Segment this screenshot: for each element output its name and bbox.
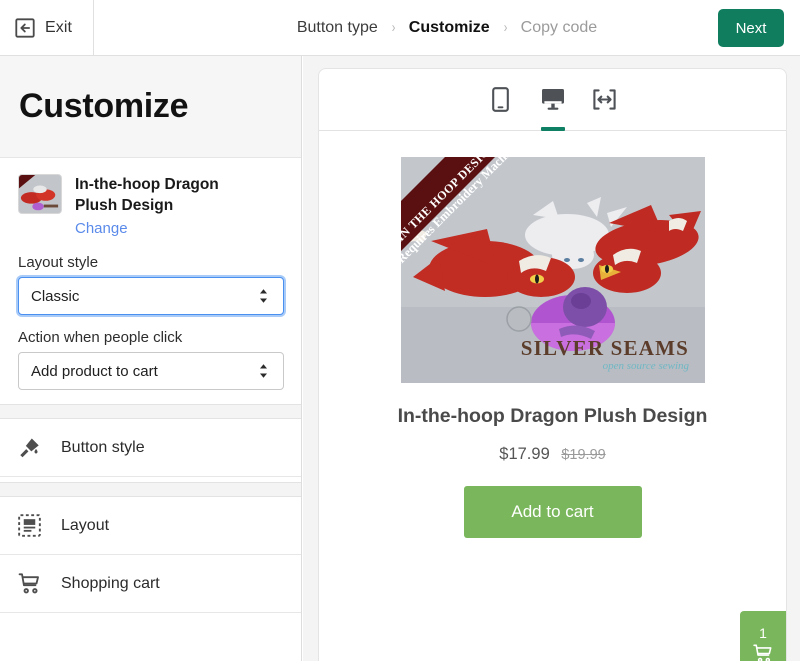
breadcrumb-item-button-type[interactable]: Button type	[297, 19, 378, 37]
layout-style-select-wrap: Classic	[18, 277, 284, 316]
sidebar-item-shopping-cart[interactable]: Shopping cart	[0, 555, 301, 614]
breadcrumb-item-customize[interactable]: Customize	[409, 19, 490, 37]
breadcrumb: Button type › Customize › Copy code	[94, 0, 800, 55]
sidebar-header: Customize	[0, 56, 301, 158]
next-button[interactable]: Next	[718, 9, 784, 47]
product-meta: In-the-hoop Dragon Plush Design Change	[75, 174, 255, 238]
breadcrumb-separator-icon: ›	[391, 19, 396, 36]
sidebar-item-label: Layout	[61, 516, 110, 534]
page-title: Customize	[19, 87, 189, 125]
shopping-cart-icon	[752, 643, 774, 661]
field-layout-style: Layout style Classic	[0, 254, 301, 316]
svg-text:SILVER SEAMS: SILVER SEAMS	[520, 336, 688, 360]
device-tab-responsive[interactable]	[590, 80, 620, 120]
preview-pane: IN THE HOOP DESIGN Requires Embroidery M…	[303, 56, 800, 661]
breadcrumb-separator-icon: ›	[503, 19, 507, 36]
product-hero-image: IN THE HOOP DESIGN Requires Embroidery M…	[400, 157, 705, 383]
exit-button[interactable]: Exit	[0, 0, 94, 55]
sidebar-divider	[0, 404, 301, 420]
floating-cart-widget[interactable]: 1	[740, 611, 786, 661]
shopping-cart-icon	[18, 572, 41, 595]
field-click-action: Action when people click Add product to …	[0, 329, 301, 391]
exit-label: Exit	[45, 18, 73, 36]
sidebar-item-layout[interactable]: Layout	[0, 497, 301, 556]
layout-style-label: Layout style	[18, 254, 99, 272]
sidebar: Customize In-the-hoop Dragon Plush Desig…	[0, 56, 302, 661]
preview-product-title: In-the-hoop Dragon Plush Design	[397, 405, 708, 427]
click-action-label: Action when people click	[18, 329, 183, 347]
change-product-link[interactable]: Change	[75, 220, 128, 237]
click-action-select[interactable]: Add product to cart	[18, 352, 284, 391]
paint-brush-icon	[18, 436, 41, 459]
preview-body: IN THE HOOP DESIGN Requires Embroidery M…	[319, 131, 786, 538]
cart-item-count: 1	[759, 624, 767, 641]
layout-style-select[interactable]: Classic	[18, 277, 284, 316]
desktop-icon	[541, 89, 564, 110]
price-compare-at: $19.99	[561, 446, 606, 463]
responsive-arrows-icon	[593, 89, 616, 110]
svg-text:open source sewing: open source sewing	[602, 360, 689, 372]
click-action-select-wrap: Add product to cart	[18, 352, 284, 391]
device-tab-mobile[interactable]	[486, 80, 516, 120]
breadcrumb-item-copy-code[interactable]: Copy code	[521, 19, 598, 37]
top-bar: Exit Button type › Customize › Copy code…	[0, 0, 800, 56]
sidebar-item-label: Shopping cart	[61, 574, 160, 592]
sidebar-divider	[0, 482, 301, 498]
preview-card: IN THE HOOP DESIGN Requires Embroidery M…	[318, 68, 787, 661]
sidebar-item-button-style[interactable]: Button style	[0, 419, 301, 478]
arrow-left-box-icon	[14, 17, 36, 39]
price-current: $17.99	[499, 444, 550, 463]
add-to-cart-button[interactable]: Add to cart	[463, 485, 642, 538]
sidebar-item-label: Button style	[61, 438, 145, 456]
device-tab-desktop[interactable]	[538, 80, 568, 131]
device-toggle-bar	[319, 69, 786, 131]
price-row: $17.99 $19.99	[319, 445, 786, 464]
layout-wireframe-icon	[18, 514, 41, 538]
product-thumbnail[interactable]	[18, 174, 62, 214]
selected-product: In-the-hoop Dragon Plush Design Change	[0, 158, 301, 238]
mobile-icon	[492, 87, 509, 112]
product-name: In-the-hoop Dragon Plush Design	[75, 176, 219, 214]
